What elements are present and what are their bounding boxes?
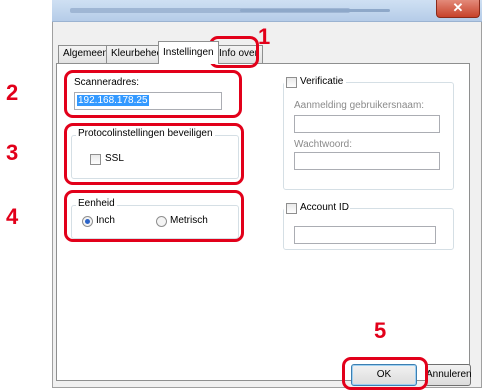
- callout-2: 2: [6, 80, 19, 105]
- cancel-button[interactable]: Annuleren: [425, 364, 472, 386]
- highlight-protocol: [64, 123, 244, 185]
- callout-1: 1: [258, 24, 271, 49]
- callout-4: 4: [6, 204, 19, 229]
- close-icon: ✕: [452, 0, 464, 15]
- highlight-unit: [64, 190, 244, 242]
- verification-group: [283, 82, 454, 190]
- tab-label: Instellingen: [163, 47, 214, 58]
- username-label: Aanmelding gebruikersnaam:: [294, 100, 425, 111]
- verification-checkbox[interactable]: [286, 77, 297, 88]
- highlight-scanner-address: [64, 70, 242, 118]
- verification-label: Verificatie: [300, 76, 344, 87]
- tab-label: Algemeen: [63, 48, 109, 59]
- close-button[interactable]: ✕: [436, 0, 480, 18]
- username-input[interactable]: [294, 115, 440, 133]
- callout-3: 3: [6, 140, 19, 165]
- account-id-checkbox[interactable]: [286, 203, 297, 214]
- callout-5: 5: [374, 318, 387, 343]
- highlight-ok: [342, 357, 428, 390]
- tab-algemeen[interactable]: Algemeen: [58, 45, 114, 63]
- account-id-label: Account ID: [300, 202, 349, 213]
- title-text-blurred-2: [240, 9, 390, 12]
- tab-instellingen[interactable]: Instellingen: [158, 41, 219, 64]
- tab-label: Kleurbehee: [111, 48, 163, 59]
- password-input[interactable]: [294, 152, 440, 170]
- account-id-input[interactable]: [294, 226, 436, 244]
- password-label: Wachtwoord:: [294, 139, 352, 150]
